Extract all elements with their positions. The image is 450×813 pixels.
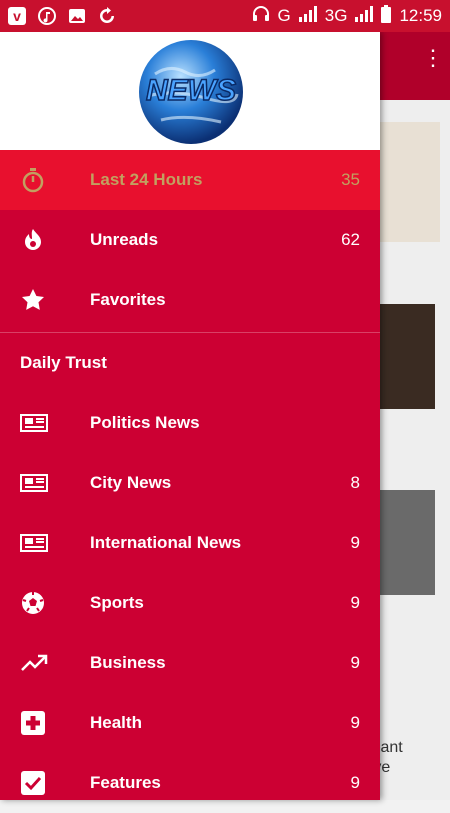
sync-icon	[98, 7, 116, 25]
drawer-item-last-24-hours[interactable]: Last 24 Hours 35	[0, 150, 380, 210]
newspaper-icon	[0, 412, 90, 434]
newspaper-icon	[0, 532, 90, 554]
drawer-item-favorites[interactable]: Favorites	[0, 270, 380, 330]
drawer-item-health[interactable]: Health 9	[0, 693, 380, 753]
unread-count: 9	[350, 653, 360, 672]
drawer-item-label: Health	[90, 713, 142, 732]
news-thumbnail-map[interactable]	[380, 122, 440, 242]
drawer-item-international-news[interactable]: International News 9	[0, 513, 380, 573]
drawer-item-sports[interactable]: Sports 9	[0, 573, 380, 633]
drawer-header: NEWS	[0, 32, 380, 150]
drawer-item-unreads[interactable]: Unreads 62	[0, 210, 380, 270]
status-bar: v G 3G 12:59	[0, 0, 450, 32]
news-thumbnail-photo-2[interactable]	[380, 490, 435, 595]
drawer-item-label: Features	[90, 773, 161, 792]
star-icon	[0, 287, 90, 313]
unread-count: 9	[350, 713, 360, 732]
drawer-item-label: Business	[90, 653, 166, 672]
clock: 12:59	[399, 6, 442, 25]
logo-text: NEWS	[146, 74, 236, 107]
unread-count: 9	[350, 773, 360, 792]
vivo-app-icon: v	[8, 7, 26, 25]
drawer-item-label: Last 24 Hours	[90, 170, 203, 189]
drawer-item-label: City News	[90, 473, 172, 492]
overflow-menu-icon[interactable]: ⋮	[422, 47, 444, 69]
drawer-item-label: Unreads	[90, 230, 159, 249]
navigation-drawer: NEWS Last 24 Hours 35 Unreads 62 Favorites D…	[0, 32, 380, 800]
signal-icon-2	[355, 5, 374, 27]
unread-count: 9	[350, 593, 360, 612]
drawer-item-politics-news[interactable]: Politics News	[0, 393, 380, 453]
drawer-item-label: Sports	[90, 593, 144, 612]
unread-count: 62	[341, 230, 360, 249]
drawer-item-label: International News	[90, 533, 242, 552]
section-title: Daily Trust	[20, 353, 107, 372]
drawer-item-features[interactable]: Features 9	[0, 753, 380, 813]
medical-cross-icon	[0, 710, 90, 736]
checkbox-icon	[0, 770, 90, 796]
network-type-label-2: 3G	[324, 6, 348, 25]
headphones-icon	[252, 5, 270, 28]
news-globe-logo: NEWS	[139, 39, 243, 144]
soccer-ball-icon	[0, 590, 90, 616]
drawer-item-city-news[interactable]: City News 8	[0, 453, 380, 513]
unread-count: 35	[341, 170, 360, 189]
signal-icon	[298, 5, 317, 27]
network-type-label: G	[277, 6, 291, 25]
drawer-item-label: Favorites	[90, 290, 166, 309]
stopwatch-icon	[0, 167, 90, 193]
news-thumbnail-photo[interactable]	[380, 304, 435, 409]
newspaper-icon	[0, 472, 90, 494]
drawer-item-business[interactable]: Business 9	[0, 633, 380, 693]
drawer-item-label: Politics News	[90, 413, 200, 432]
trending-up-icon	[0, 653, 90, 673]
unread-count: 9	[350, 533, 360, 552]
music-icon	[38, 7, 56, 25]
battery-icon	[381, 4, 392, 28]
unread-count: 8	[350, 473, 360, 492]
image-icon	[68, 7, 86, 25]
flame-icon	[0, 227, 90, 253]
